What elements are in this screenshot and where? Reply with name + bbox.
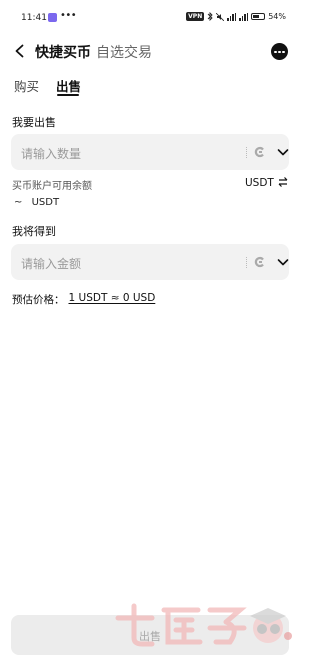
notification-app-icon (48, 13, 57, 22)
tab-sell[interactable]: 出售 (56, 76, 81, 95)
chevron-down-icon[interactable] (277, 147, 289, 157)
receive-amount-placeholder: 请输入金额 (21, 257, 82, 271)
watermark-logo (115, 603, 292, 647)
receive-label: 我将得到 (12, 225, 56, 238)
chevron-down-icon[interactable] (277, 257, 289, 267)
trade-tabs: 购买 出售 (0, 72, 300, 96)
vpn-badge: VPN (186, 12, 205, 21)
balance-label: 买币账户可用余额 (12, 181, 92, 192)
battery-icon (251, 13, 266, 20)
bluetooth-icon (207, 12, 213, 21)
header: 快捷买币 自选交易 (0, 36, 300, 68)
balance-currency[interactable]: USDT (245, 177, 274, 189)
sell-amount-field[interactable]: 请输入数量 (11, 134, 289, 170)
signal-icon-2 (239, 12, 249, 21)
tab-custom-trade[interactable]: 自选交易 (96, 42, 152, 62)
estimated-price-label: 预估价格： (12, 294, 65, 306)
status-bar: 11:41 ••• VPN 54% (0, 0, 300, 36)
sell-label: 我要出售 (12, 116, 56, 129)
swap-icon[interactable] (278, 176, 288, 188)
status-right-icons: VPN 54% (186, 12, 286, 21)
page-title: 快捷买币 (35, 45, 91, 61)
status-more-dots: ••• (60, 10, 77, 21)
estimated-price-value[interactable]: 1 USDT ≈ 0 USD (69, 292, 156, 307)
mute-icon (216, 12, 225, 21)
approx-prefix: ~ (14, 197, 23, 208)
status-time: 11:41 (21, 13, 47, 23)
receive-amount-field[interactable]: 请输入金额 (11, 244, 289, 280)
coin-icon (254, 146, 264, 158)
signal-icon (227, 12, 237, 21)
estimated-price-row: 预估价格： 1 USDT ≈ 0 USD (12, 292, 155, 307)
balance-approx: ~ USDT (14, 197, 59, 208)
tab-buy[interactable]: 购买 (14, 76, 39, 95)
sell-amount-placeholder: 请输入数量 (21, 147, 82, 161)
tab-active-indicator (57, 94, 79, 96)
more-icon[interactable] (271, 43, 288, 60)
field-divider (246, 257, 247, 268)
field-divider (246, 147, 247, 158)
coin-icon (254, 256, 264, 268)
back-arrow-icon[interactable] (12, 43, 28, 59)
approx-unit: USDT (31, 197, 60, 208)
battery-percent: 54% (268, 12, 286, 21)
